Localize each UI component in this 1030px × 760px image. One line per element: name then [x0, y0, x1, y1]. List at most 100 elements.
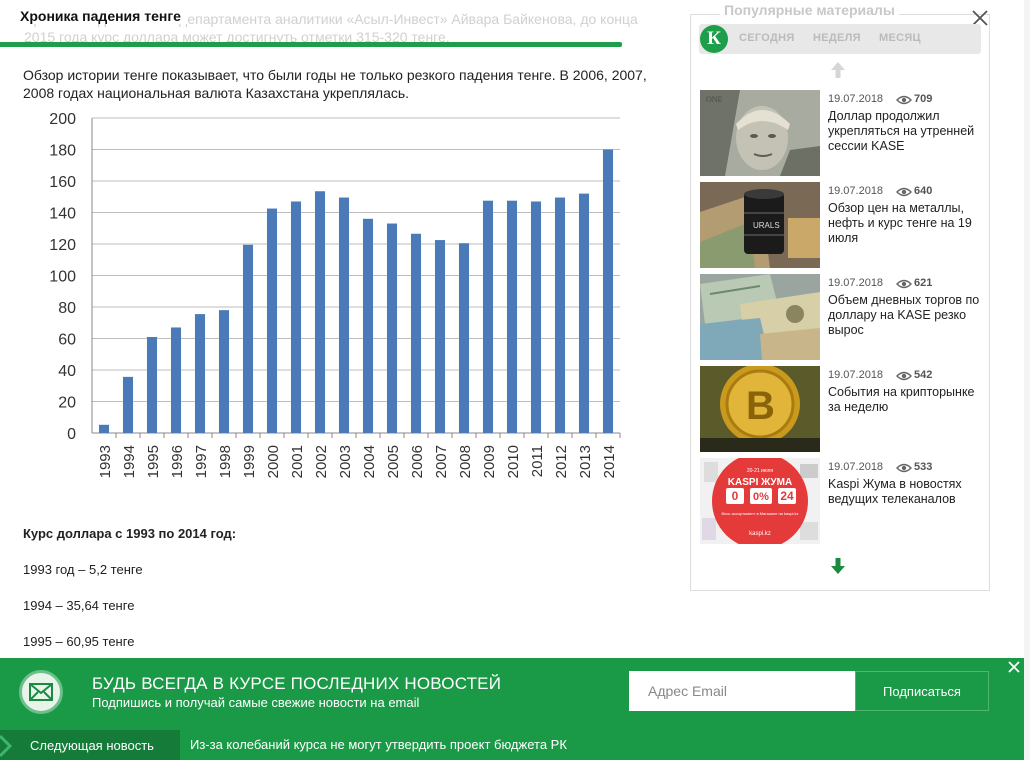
chart-bar — [98, 424, 110, 433]
chart-x-tick-label: 2006 — [409, 445, 426, 478]
news-title[interactable]: Объем дневных торгов по доллару на KASE … — [828, 293, 986, 338]
chart-x-tick-label: 1996 — [169, 445, 186, 478]
eye-icon — [896, 463, 912, 473]
scrollbar[interactable] — [1024, 0, 1030, 760]
chart-y-tick-label: 60 — [58, 332, 76, 349]
dollar-portrait-thumbnail[interactable]: ONE — [700, 90, 820, 176]
news-date: 19.07.2018 — [828, 461, 884, 473]
chart-x-tick-label: 2012 — [553, 445, 570, 478]
article: Хроника падения тенге департамента анали… — [0, 0, 690, 658]
mail-icon — [19, 670, 63, 714]
popular-title: Популярные материалы — [720, 2, 899, 18]
chart-bar — [362, 218, 374, 433]
news-date: 19.07.2018 — [828, 369, 884, 381]
arrow-up-icon[interactable] — [829, 60, 847, 80]
chart-bars — [98, 149, 614, 433]
chart-x-tick-label: 2005 — [385, 445, 402, 478]
chart-y-tick-label: 80 — [58, 300, 76, 317]
chart-x-tick-label: 2002 — [313, 445, 330, 478]
popular-item[interactable]: ONE 19.07.2018 709 Доллар продолжил укре… — [700, 90, 985, 176]
chart-bar — [242, 244, 254, 433]
chart-y-ticks: 0 20 40 60 80 100 120 140 160 180 200 — [49, 111, 76, 443]
kaspi-promo-thumbnail[interactable]: 20-21 июля KASPI ЖУМА 0 0% 24 Весь ассор… — [700, 458, 820, 544]
rate-line: 1995 – 60,95 тенге — [23, 634, 135, 649]
chart-y-tick-label: 100 — [49, 269, 76, 286]
kaspi-site: kaspi.kz — [749, 531, 771, 537]
news-date: 19.07.2018 — [828, 93, 884, 105]
chart-x-tick-label: 1994 — [121, 445, 138, 478]
popular-item[interactable]: B 19.07.2018 542 События на крипторынке … — [700, 366, 985, 452]
popular-item[interactable]: 19.07.2018 621 Объем дневных торгов по д… — [700, 274, 985, 360]
kaspi-digit: 0 — [732, 489, 739, 503]
oil-barrel-thumbnail[interactable]: URALS — [700, 182, 820, 268]
chart-y-tick-label: 0 — [67, 426, 76, 443]
chart-x-tick-label: 2003 — [337, 445, 354, 478]
chart-x-tick-label: 2008 — [457, 445, 474, 478]
bitcoin-thumbnail[interactable]: B — [700, 366, 820, 452]
chart-x-ticks: 1993 1994 1995 1996 1997 1998 1999 2000 2001 2002… — [97, 433, 621, 478]
svg-text:B: B — [746, 384, 775, 428]
next-news-title[interactable]: Из-за колебаний курса не могут утвердить… — [190, 737, 567, 752]
tab-month[interactable]: МЕСЯЦ — [879, 32, 921, 44]
news-title[interactable]: Обзор цен на металлы, нефть и курс тенге… — [828, 201, 986, 246]
rate-line: 1993 год – 5,2 тенге — [23, 562, 143, 577]
news-title[interactable]: Kaspi Жума в новостях ведущих телеканало… — [828, 477, 986, 507]
subscribe-button[interactable]: Подписаться — [855, 671, 989, 711]
chart-x-tick-label: 1993 — [97, 445, 114, 478]
chart-x-tick-label: 1995 — [145, 445, 162, 478]
chart-bar — [170, 327, 182, 433]
reading-progress-bar — [0, 42, 622, 47]
chart-y-tick-label: 180 — [49, 143, 76, 160]
tab-today[interactable]: СЕГОДНЯ — [739, 32, 795, 44]
chart-bar — [314, 191, 326, 433]
news-views: 709 — [914, 93, 933, 105]
newsletter-heading: БУДЬ ВСЕГДА В КУРСЕ ПОСЛЕДНИХ НОВОСТЕЙ — [92, 674, 502, 693]
chart-x-tick-label: 1998 — [217, 445, 234, 478]
news-date: 19.07.2018 — [828, 185, 884, 197]
chart-x-tick-label: 2010 — [505, 445, 522, 478]
chart-x-tick-label: 2011 — [529, 445, 546, 477]
chart-x-tick-label: 1997 — [193, 445, 210, 478]
news-title[interactable]: Доллар продолжил укрепляться на утренней… — [828, 109, 986, 154]
chart-bar — [218, 310, 230, 433]
news-views: 621 — [914, 277, 933, 289]
tenge-rate-chart: 0 20 40 60 80 100 120 140 160 180 200 1993 1994 1995… — [49, 111, 621, 478]
chart-bar — [458, 243, 470, 433]
news-views: 533 — [914, 461, 933, 473]
eye-icon — [896, 279, 912, 289]
chart-x-tick-label: 2000 — [265, 445, 282, 478]
logo-icon: К — [700, 25, 728, 53]
chart-bar — [602, 149, 614, 433]
news-title[interactable]: События на крипторынке за неделю — [828, 385, 986, 415]
tab-week[interactable]: НЕДЕЛЯ — [813, 32, 861, 44]
chart-y-tick-label: 140 — [49, 206, 76, 223]
chart-x-tick-label: 1999 — [241, 445, 258, 478]
chart-bar — [434, 240, 446, 433]
chart-bar — [266, 208, 278, 433]
popular-item[interactable]: 20-21 июля KASPI ЖУМА 0 0% 24 Весь ассор… — [700, 458, 985, 544]
chart-bar — [482, 200, 494, 433]
eye-icon — [896, 187, 912, 197]
banknotes-thumbnail[interactable] — [700, 274, 820, 360]
eye-icon — [896, 95, 912, 105]
close-icon[interactable] — [1007, 660, 1021, 674]
chart-y-tick-label: 120 — [49, 237, 76, 254]
svg-text:URALS: URALS — [753, 221, 780, 230]
chart-x-tick-label: 2013 — [577, 445, 594, 478]
chart-y-tick-label: 200 — [49, 111, 76, 128]
kaspi-brand: KASPI ЖУМА — [728, 477, 792, 488]
popular-item[interactable]: URALS 19.07.2018 640 Обзор цен на металл… — [700, 182, 985, 268]
next-news-label[interactable]: Следующая новость — [30, 738, 154, 753]
newsletter-subheading: Подпишись и получай самые свежие новости… — [92, 695, 420, 710]
chart-x-tick-label: 2004 — [361, 445, 378, 478]
kaspi-small: Весь ассортимент в Магазине на kaspi.kz — [722, 511, 799, 516]
chart-x-tick-label: 2001 — [289, 445, 306, 478]
chart-y-tick-label: 20 — [58, 395, 76, 412]
svg-text:ONE: ONE — [706, 95, 723, 104]
article-intro: Обзор истории тенге показывает, что были… — [23, 67, 647, 101]
chart-bar — [194, 314, 206, 433]
email-field[interactable] — [629, 671, 855, 711]
chart-bar — [410, 233, 422, 433]
chart-bar — [338, 197, 350, 433]
arrow-down-icon[interactable] — [829, 556, 847, 576]
